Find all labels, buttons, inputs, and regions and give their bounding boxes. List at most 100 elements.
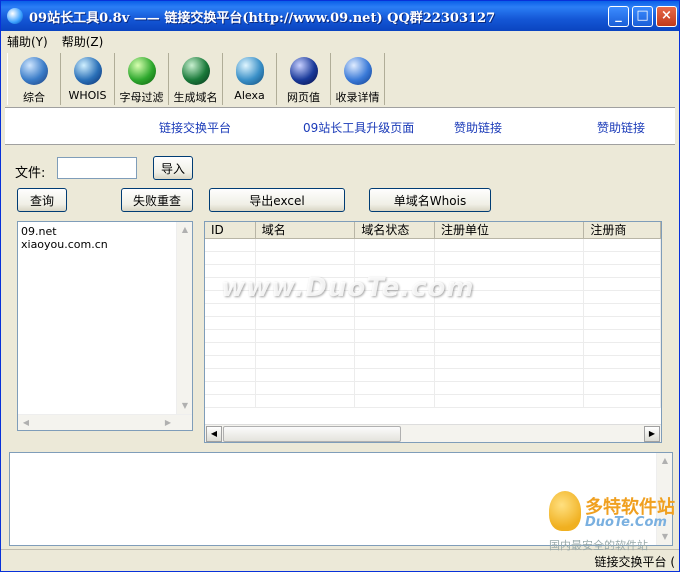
list-item[interactable]: xiaoyou.com.cn [18, 238, 192, 251]
export-excel-button[interactable]: 导出excel [209, 188, 345, 212]
table-cell [355, 304, 435, 316]
app-icon [7, 8, 23, 24]
tool-label: 收录详情 [335, 91, 380, 104]
list-item[interactable]: 09.net [18, 225, 192, 238]
table-cell [435, 356, 585, 368]
scroll-up-icon[interactable]: ▲ [657, 453, 673, 469]
table-row[interactable] [205, 356, 661, 369]
alexa-icon [235, 57, 264, 85]
minimize-button[interactable]: _ [608, 6, 629, 27]
tool-label: Alexa [234, 89, 265, 102]
domain-list[interactable]: 09.net xiaoyou.com.cn ▲ ▼ ◀ ▶ [17, 221, 193, 431]
banner-link-upgrade[interactable]: 09站长工具升级页面 [303, 119, 414, 136]
column-id[interactable]: ID [205, 222, 256, 238]
table-cell [355, 317, 435, 329]
table-cell [256, 252, 356, 264]
query-button[interactable]: 查询 [17, 188, 67, 212]
table-cell [355, 252, 435, 264]
scroll-down-icon[interactable]: ▼ [177, 398, 193, 414]
scroll-up-icon[interactable]: ▲ [177, 222, 193, 238]
banner-link-sponsor-2[interactable]: 赞助链接 [597, 119, 645, 136]
table-cell [584, 278, 661, 290]
grid-horizontal-scrollbar[interactable]: ◀ ▶ [205, 424, 661, 442]
table-cell [584, 304, 661, 316]
table-row[interactable] [205, 252, 661, 265]
table-cell [205, 239, 256, 251]
scroll-left-icon[interactable]: ◀ [206, 426, 222, 442]
menu-help[interactable]: 帮助(Z) [62, 33, 104, 50]
results-grid[interactable]: ID 域名 域名状态 注册单位 注册商 ◀ ▶ [204, 221, 662, 443]
main-window: 09站长工具0.8v —— 链接交换平台(http://www.09.net) … [0, 0, 680, 572]
table-cell [355, 330, 435, 342]
table-cell [355, 356, 435, 368]
close-button[interactable]: × [656, 6, 677, 27]
link-banner: 链接交换平台 09站长工具升级页面 赞助链接 赞助链接 [5, 107, 675, 145]
table-cell [435, 330, 585, 342]
table-cell [584, 239, 661, 251]
mascot-icon [549, 491, 581, 531]
table-cell [256, 369, 356, 381]
grid-body [205, 239, 661, 408]
table-cell [256, 343, 356, 355]
menu-assist[interactable]: 辅助(Y) [7, 33, 48, 50]
table-row[interactable] [205, 239, 661, 252]
tool-general[interactable]: 综合 [7, 53, 61, 105]
maximize-button[interactable]: □ [632, 6, 653, 27]
column-registrar[interactable]: 注册商 [584, 222, 661, 238]
table-cell [256, 356, 356, 368]
table-row[interactable] [205, 304, 661, 317]
table-cell [584, 265, 661, 277]
tool-whois[interactable]: WHOIS [61, 53, 115, 105]
pagerank-icon [289, 57, 318, 85]
table-cell [355, 382, 435, 394]
file-input[interactable] [57, 157, 137, 179]
table-row[interactable] [205, 317, 661, 330]
menu-bar: 辅助(Y) 帮助(Z) [1, 31, 679, 51]
table-row[interactable] [205, 343, 661, 356]
table-row[interactable] [205, 395, 661, 408]
table-cell [205, 356, 256, 368]
site-logo: 多特软件站 DuoTe.Com 国内最安全的软件站 [545, 491, 677, 552]
table-cell [256, 317, 356, 329]
tool-label: 字母过滤 [119, 91, 164, 104]
single-whois-button[interactable]: 单域名Whois [369, 188, 491, 212]
table-row[interactable] [205, 330, 661, 343]
column-domain-status[interactable]: 域名状态 [355, 222, 436, 238]
banner-link-sponsor[interactable]: 赞助链接 [454, 119, 502, 136]
scroll-left-icon[interactable]: ◀ [18, 415, 34, 431]
table-cell [435, 369, 585, 381]
tool-alexa[interactable]: Alexa [223, 53, 277, 105]
table-row[interactable] [205, 382, 661, 395]
list-horizontal-scrollbar[interactable]: ◀ ▶ [18, 414, 192, 430]
title-bar[interactable]: 09站长工具0.8v —— 链接交换平台(http://www.09.net) … [1, 1, 679, 31]
toolbar: 综合 WHOIS 字母过滤 生成域名 Alexa 网页值 收录详情 [7, 53, 385, 105]
banner-link-exchange[interactable]: 链接交换平台 [159, 119, 231, 136]
table-cell [256, 395, 356, 407]
table-row[interactable] [205, 369, 661, 382]
table-cell [256, 382, 356, 394]
table-cell [435, 343, 585, 355]
column-domain[interactable]: 域名 [256, 222, 356, 238]
retry-failed-button[interactable]: 失败重查 [121, 188, 193, 212]
scroll-thumb[interactable] [223, 426, 401, 442]
scroll-right-icon[interactable]: ▶ [160, 415, 176, 431]
globe-icon [20, 57, 48, 85]
table-cell [355, 239, 435, 251]
tool-index-detail[interactable]: 收录详情 [331, 53, 385, 105]
logo-sub-text: DuoTe.Com [585, 515, 667, 530]
watermark: www.DuoTe.com [221, 273, 475, 303]
table-cell [584, 369, 661, 381]
tool-pagerank[interactable]: 网页值 [277, 53, 331, 105]
list-vertical-scrollbar[interactable]: ▲ ▼ [176, 222, 192, 414]
tool-letter-filter[interactable]: 字母过滤 [115, 53, 169, 105]
scroll-right-icon[interactable]: ▶ [644, 426, 660, 442]
table-cell [584, 330, 661, 342]
column-registrant[interactable]: 注册单位 [435, 222, 585, 238]
table-cell [355, 369, 435, 381]
import-button[interactable]: 导入 [153, 156, 193, 180]
table-cell [256, 239, 356, 251]
grid-header: ID 域名 域名状态 注册单位 注册商 [205, 222, 661, 239]
table-cell [584, 343, 661, 355]
tool-generate-domain[interactable]: 生成域名 [169, 53, 223, 105]
tool-label: 生成域名 [173, 91, 218, 104]
